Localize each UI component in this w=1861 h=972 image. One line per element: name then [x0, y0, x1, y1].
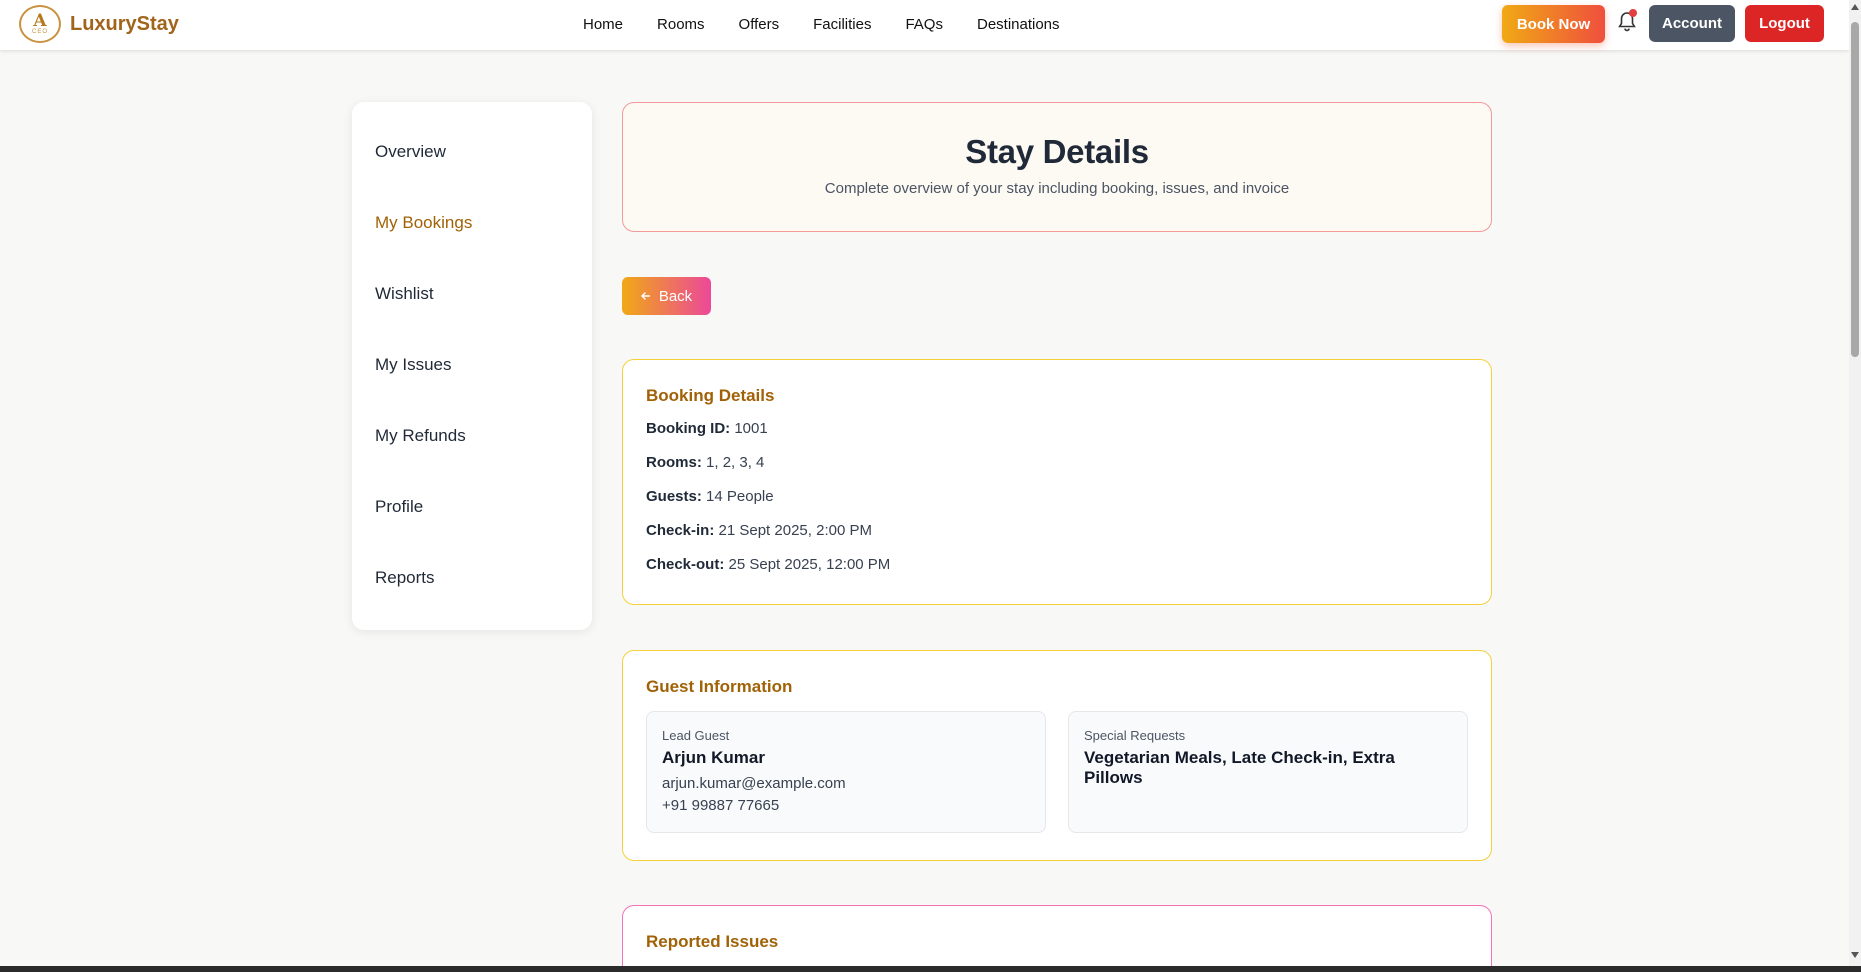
- sidebar-item-overview[interactable]: Overview: [352, 142, 592, 213]
- lead-guest-email: arjun.kumar@example.com: [662, 775, 846, 792]
- nav-facilities[interactable]: Facilities: [813, 16, 871, 33]
- lead-guest-label: Lead Guest: [662, 728, 730, 743]
- rooms-value: 1, 2, 3, 4: [706, 454, 765, 471]
- back-button-label: Back: [658, 287, 693, 305]
- book-now-button[interactable]: Book Now: [1502, 5, 1605, 43]
- sidebar-item-my-issues[interactable]: My Issues: [352, 355, 592, 426]
- notification-dot: [1629, 9, 1637, 17]
- logo-letter: A: [33, 10, 47, 31]
- guest-information-card: Guest Information Lead Guest Arjun Kumar…: [622, 650, 1492, 861]
- nav-destinations[interactable]: Destinations: [977, 16, 1060, 33]
- nav-rooms[interactable]: Rooms: [657, 16, 705, 33]
- sidebar-item-my-refunds[interactable]: My Refunds: [352, 426, 592, 497]
- window-bottom-edge: [0, 966, 1861, 972]
- booking-details-title: Booking Details: [646, 386, 775, 405]
- scroll-down-arrow-icon[interactable]: [1851, 952, 1859, 958]
- check-out-value: 25 Sept 2025, 12:00 PM: [728, 556, 891, 573]
- sidebar-item-wishlist[interactable]: Wishlist: [352, 284, 592, 355]
- check-in-row: Check-in: 21 Sept 2025, 2:00 PM: [646, 522, 1468, 556]
- booking-id-row: Booking ID: 1001: [646, 420, 1468, 454]
- lead-guest-name: Arjun Kumar: [662, 748, 765, 767]
- page-subtitle: Complete overview of your stay including…: [824, 180, 1290, 197]
- logo-icon: A CEO: [19, 5, 61, 43]
- account-button[interactable]: Account: [1649, 5, 1735, 42]
- sidebar-item-my-bookings[interactable]: My Bookings: [352, 213, 592, 284]
- guests-row: Guests: 14 People: [646, 488, 1468, 522]
- sidebar-item-profile[interactable]: Profile: [352, 497, 592, 568]
- logout-button[interactable]: Logout: [1745, 5, 1824, 42]
- back-button[interactable]: Back: [622, 277, 711, 315]
- lead-guest-phone: +91 99887 77665: [662, 797, 780, 814]
- special-requests-value: Vegetarian Meals, Late Check-in, Extra P…: [1084, 748, 1395, 787]
- page-header: Stay Details Complete overview of your s…: [622, 102, 1492, 232]
- check-out-label: Check-out:: [646, 556, 725, 573]
- brand-logo[interactable]: A CEO LuxuryStay: [19, 5, 179, 43]
- check-in-label: Check-in:: [646, 522, 715, 539]
- scrollbar-thumb[interactable]: [1851, 22, 1859, 357]
- guests-label: Guests:: [646, 488, 702, 505]
- brand-name: LuxuryStay: [70, 12, 179, 35]
- booking-id-value: 1001: [734, 420, 768, 437]
- guests-value: 14 People: [706, 488, 774, 505]
- reported-issues-title: Reported Issues: [646, 932, 779, 951]
- lead-guest-box: Lead Guest Arjun Kumar arjun.kumar@examp…: [646, 711, 1046, 833]
- sidebar-item-reports[interactable]: Reports: [352, 568, 592, 639]
- top-navbar: A CEO LuxuryStay Home Rooms Offers Facil…: [0, 0, 1849, 50]
- special-requests-box: Special Requests Vegetarian Meals, Late …: [1068, 711, 1468, 833]
- nav-home[interactable]: Home: [583, 16, 623, 33]
- main-nav: Home Rooms Offers Facilities FAQs Destin…: [583, 0, 1094, 48]
- check-in-value: 21 Sept 2025, 2:00 PM: [718, 522, 872, 539]
- guest-grid: Lead Guest Arjun Kumar arjun.kumar@examp…: [646, 711, 1468, 833]
- main-content: Stay Details Complete overview of your s…: [622, 102, 1492, 972]
- guest-information-title: Guest Information: [646, 677, 793, 696]
- check-out-row: Check-out: 25 Sept 2025, 12:00 PM: [646, 556, 1468, 590]
- arrow-left-icon: [640, 292, 650, 300]
- dashboard-sidebar: Overview My Bookings Wishlist My Issues …: [352, 102, 592, 630]
- reported-issues-card: Reported Issues: [622, 905, 1492, 972]
- logo-sub: CEO: [31, 28, 48, 35]
- rooms-label: Rooms:: [646, 454, 702, 471]
- page-title: Stay Details: [965, 133, 1149, 170]
- special-requests-label: Special Requests: [1084, 728, 1186, 743]
- scroll-up-arrow-icon[interactable]: [1851, 4, 1859, 10]
- booking-id-label: Booking ID:: [646, 420, 731, 437]
- booking-details-card: Booking Details Booking ID: 1001 Rooms: …: [622, 359, 1492, 605]
- nav-offers[interactable]: Offers: [739, 16, 780, 33]
- rooms-row: Rooms: 1, 2, 3, 4: [646, 454, 1468, 488]
- nav-faqs[interactable]: FAQs: [905, 16, 943, 33]
